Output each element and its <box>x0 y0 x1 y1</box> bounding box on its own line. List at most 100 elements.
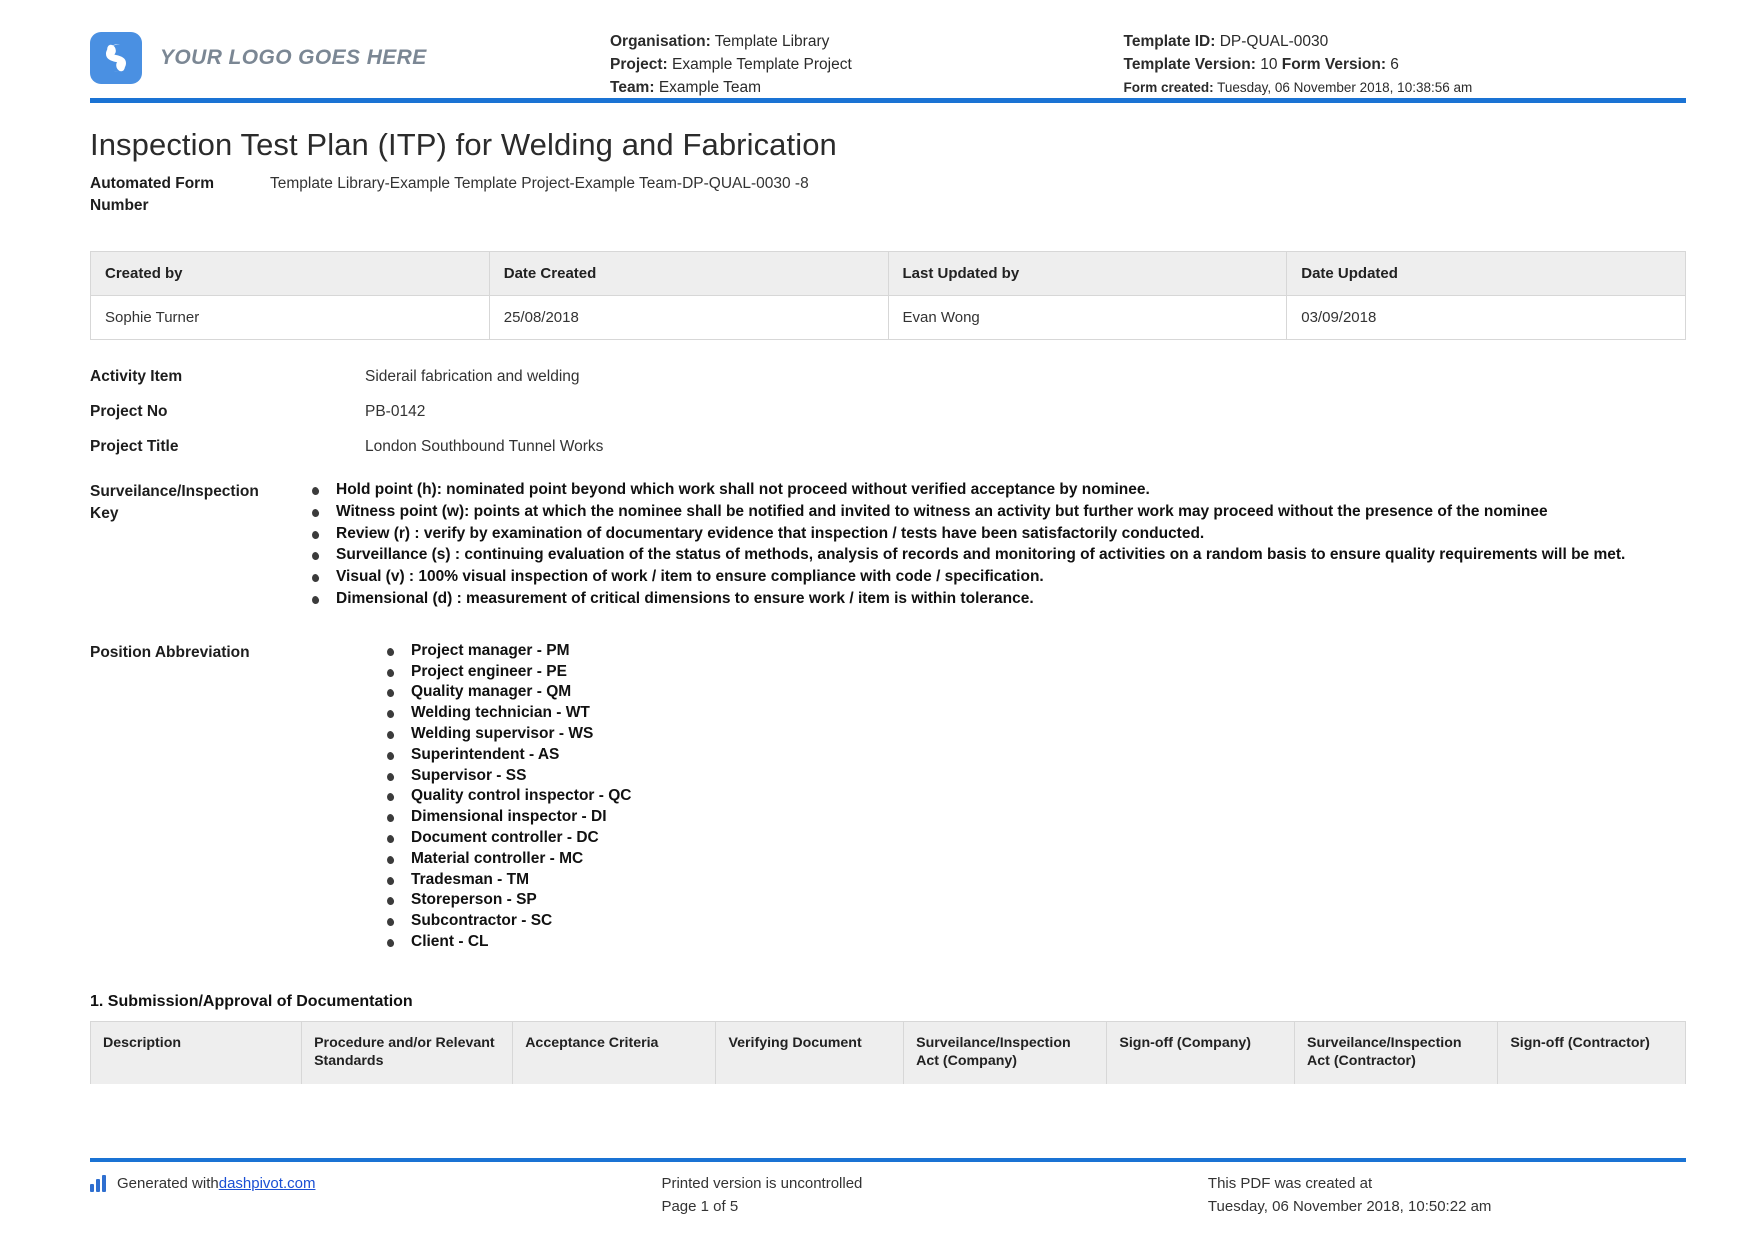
column-signoff-contractor: Sign-off (Contractor) <box>1498 1021 1686 1084</box>
meta-form-created: Form created: Tuesday, 06 November 2018,… <box>1124 76 1686 99</box>
meta-team: Team: Example Team <box>610 76 1066 99</box>
meta-team-value: Example Team <box>655 79 762 96</box>
list-item: Dimensional (d) : measurement of critica… <box>312 589 1686 610</box>
logo-text: YOUR LOGO GOES HERE <box>160 46 427 70</box>
activity-item-row: Activity Item Siderail fabrication and w… <box>90 366 1686 388</box>
column-surveillance-act-contractor: Surveilance/Inspection Act (Contractor) <box>1295 1021 1498 1084</box>
meta-project: Project: Example Template Project <box>610 53 1066 76</box>
project-title-row: Project Title London Southbound Tunnel W… <box>90 436 1686 458</box>
list-item: Visual (v) : 100% visual inspection of w… <box>312 567 1686 588</box>
list-item: Client - CL <box>387 932 1686 953</box>
meta-project-label: Project: <box>610 56 668 73</box>
column-description: Description <box>91 1021 302 1084</box>
column-date-created: Date Created <box>489 252 888 296</box>
list-item: Storeperson - SP <box>387 890 1686 911</box>
list-item: Superintendent - AS <box>387 745 1686 766</box>
activity-item-label: Activity Item <box>90 366 365 388</box>
project-no-label: Project No <box>90 401 365 423</box>
header-meta-left: Organisation: Template Library Project: … <box>610 22 1066 99</box>
inspection-key-value: Hold point (h): nominated point beyond w… <box>290 480 1686 611</box>
cell-created-by: Sophie Turner <box>91 296 490 340</box>
inspection-key-row: Surveilance/Inspection Key Hold point (h… <box>90 480 1686 611</box>
meta-template-version-label: Template Version: <box>1124 56 1256 73</box>
document-footer: Generated with dashpivot.com Printed ver… <box>0 1158 1754 1240</box>
list-item: Project manager - PM <box>387 641 1686 662</box>
meta-form-version-label: Form Version: <box>1282 56 1386 73</box>
table-row: Sophie Turner 25/08/2018 Evan Wong 03/09… <box>91 296 1686 340</box>
submission-approval-table: Description Procedure and/or Relevant St… <box>90 1021 1686 1084</box>
cell-date-updated: 03/09/2018 <box>1287 296 1686 340</box>
footer-printed-col: Printed version is uncontrolled Page 1 o… <box>621 1172 1152 1240</box>
automated-form-number-row: Automated Form Number Template Library-E… <box>90 173 1686 217</box>
column-date-updated: Date Updated <box>1287 252 1686 296</box>
list-item: Hold point (h): nominated point beyond w… <box>312 480 1686 501</box>
document-header: YOUR LOGO GOES HERE Organisation: Templa… <box>0 0 1754 98</box>
page-title: Inspection Test Plan (ITP) for Welding a… <box>90 127 1686 163</box>
list-item: Quality control inspector - QC <box>387 786 1686 807</box>
project-title-label: Project Title <box>90 436 365 458</box>
list-item: Surveillance (s) : continuing evaluation… <box>312 545 1686 566</box>
footer-generated-col: Generated with dashpivot.com <box>90 1172 621 1240</box>
column-signoff-company: Sign-off (Company) <box>1107 1021 1295 1084</box>
meta-template-id: Template ID: DP-QUAL-0030 <box>1124 30 1686 53</box>
meta-form-version-value: 6 <box>1386 56 1399 73</box>
position-abbreviation-label: Position Abbreviation <box>90 641 365 664</box>
list-item: Supervisor - SS <box>387 766 1686 787</box>
logo-block: YOUR LOGO GOES HERE <box>90 22 610 84</box>
list-item: Quality manager - QM <box>387 682 1686 703</box>
list-item: Dimensional inspector - DI <box>387 807 1686 828</box>
footer-pdf-line1: This PDF was created at <box>1208 1172 1684 1195</box>
dashpivot-bars-icon <box>90 1175 108 1192</box>
project-no-value: PB-0142 <box>365 401 1686 423</box>
footer-pdf-timestamp: Tuesday, 06 November 2018, 10:50:22 am <box>1208 1195 1684 1218</box>
list-item: Welding supervisor - WS <box>387 724 1686 745</box>
position-abbreviation-value: Project manager - PMProject engineer - P… <box>365 641 1686 953</box>
column-procedure-standards: Procedure and/or Relevant Standards <box>302 1021 513 1084</box>
activity-item-value: Siderail fabrication and welding <box>365 366 1686 388</box>
meta-organisation-label: Organisation: <box>610 33 711 50</box>
dashpivot-link[interactable]: dashpivot.com <box>219 1172 316 1195</box>
meta-template-id-value: DP-QUAL-0030 <box>1215 33 1328 50</box>
footer-generated-prefix: Generated with <box>117 1172 219 1195</box>
project-title-value: London Southbound Tunnel Works <box>365 436 1686 458</box>
meta-organisation-value: Template Library <box>711 33 830 50</box>
project-no-row: Project No PB-0142 <box>90 401 1686 423</box>
cell-date-created: 25/08/2018 <box>489 296 888 340</box>
table-header-row: Created by Date Created Last Updated by … <box>91 252 1686 296</box>
automated-form-number-value: Template Library-Example Template Projec… <box>270 173 1686 195</box>
footer-page-number: Page 1 of 5 <box>661 1195 1152 1218</box>
meta-versions: Template Version: 10 Form Version: 6 <box>1124 53 1686 76</box>
column-last-updated-by: Last Updated by <box>888 252 1287 296</box>
meta-form-created-label: Form created: <box>1124 80 1214 95</box>
column-verifying-document: Verifying Document <box>716 1021 904 1084</box>
table-header-row: Description Procedure and/or Relevant St… <box>91 1021 1686 1084</box>
meta-team-label: Team: <box>610 79 655 96</box>
cell-last-updated-by: Evan Wong <box>888 296 1287 340</box>
column-created-by: Created by <box>91 252 490 296</box>
column-surveillance-act-company: Surveilance/Inspection Act (Company) <box>904 1021 1107 1084</box>
inspection-key-label: Surveilance/Inspection Key <box>90 480 290 525</box>
list-item: Document controller - DC <box>387 828 1686 849</box>
list-item: Project engineer - PE <box>387 662 1686 683</box>
meta-form-created-value: Tuesday, 06 November 2018, 10:38:56 am <box>1214 80 1473 95</box>
inspection-key-list: Hold point (h): nominated point beyond w… <box>290 480 1686 610</box>
activity-fields: Activity Item Siderail fabrication and w… <box>90 366 1686 458</box>
section-1-heading: 1. Submission/Approval of Documentation <box>90 993 1686 1011</box>
meta-organisation: Organisation: Template Library <box>610 30 1066 53</box>
document-body: Inspection Test Plan (ITP) for Welding a… <box>0 127 1754 1084</box>
list-item: Witness point (w): points at which the n… <box>312 502 1686 523</box>
position-abbreviation-list: Project manager - PMProject engineer - P… <box>365 641 1686 953</box>
list-item: Subcontractor - SC <box>387 911 1686 932</box>
list-item: Tradesman - TM <box>387 870 1686 891</box>
meta-project-value: Example Template Project <box>668 56 852 73</box>
footer-printed-line1: Printed version is uncontrolled <box>661 1172 1152 1195</box>
list-item: Material controller - MC <box>387 849 1686 870</box>
list-item: Review (r) : verify by examination of do… <box>312 524 1686 545</box>
footer-pdf-col: This PDF was created at Tuesday, 06 Nove… <box>1153 1172 1684 1240</box>
company-logo-icon <box>90 32 142 84</box>
header-meta-right: Template ID: DP-QUAL-0030 Template Versi… <box>1066 22 1686 99</box>
column-acceptance-criteria: Acceptance Criteria <box>513 1021 716 1084</box>
created-updated-table: Created by Date Created Last Updated by … <box>90 251 1686 340</box>
list-item: Welding technician - WT <box>387 703 1686 724</box>
meta-template-version-value: 10 <box>1256 56 1282 73</box>
